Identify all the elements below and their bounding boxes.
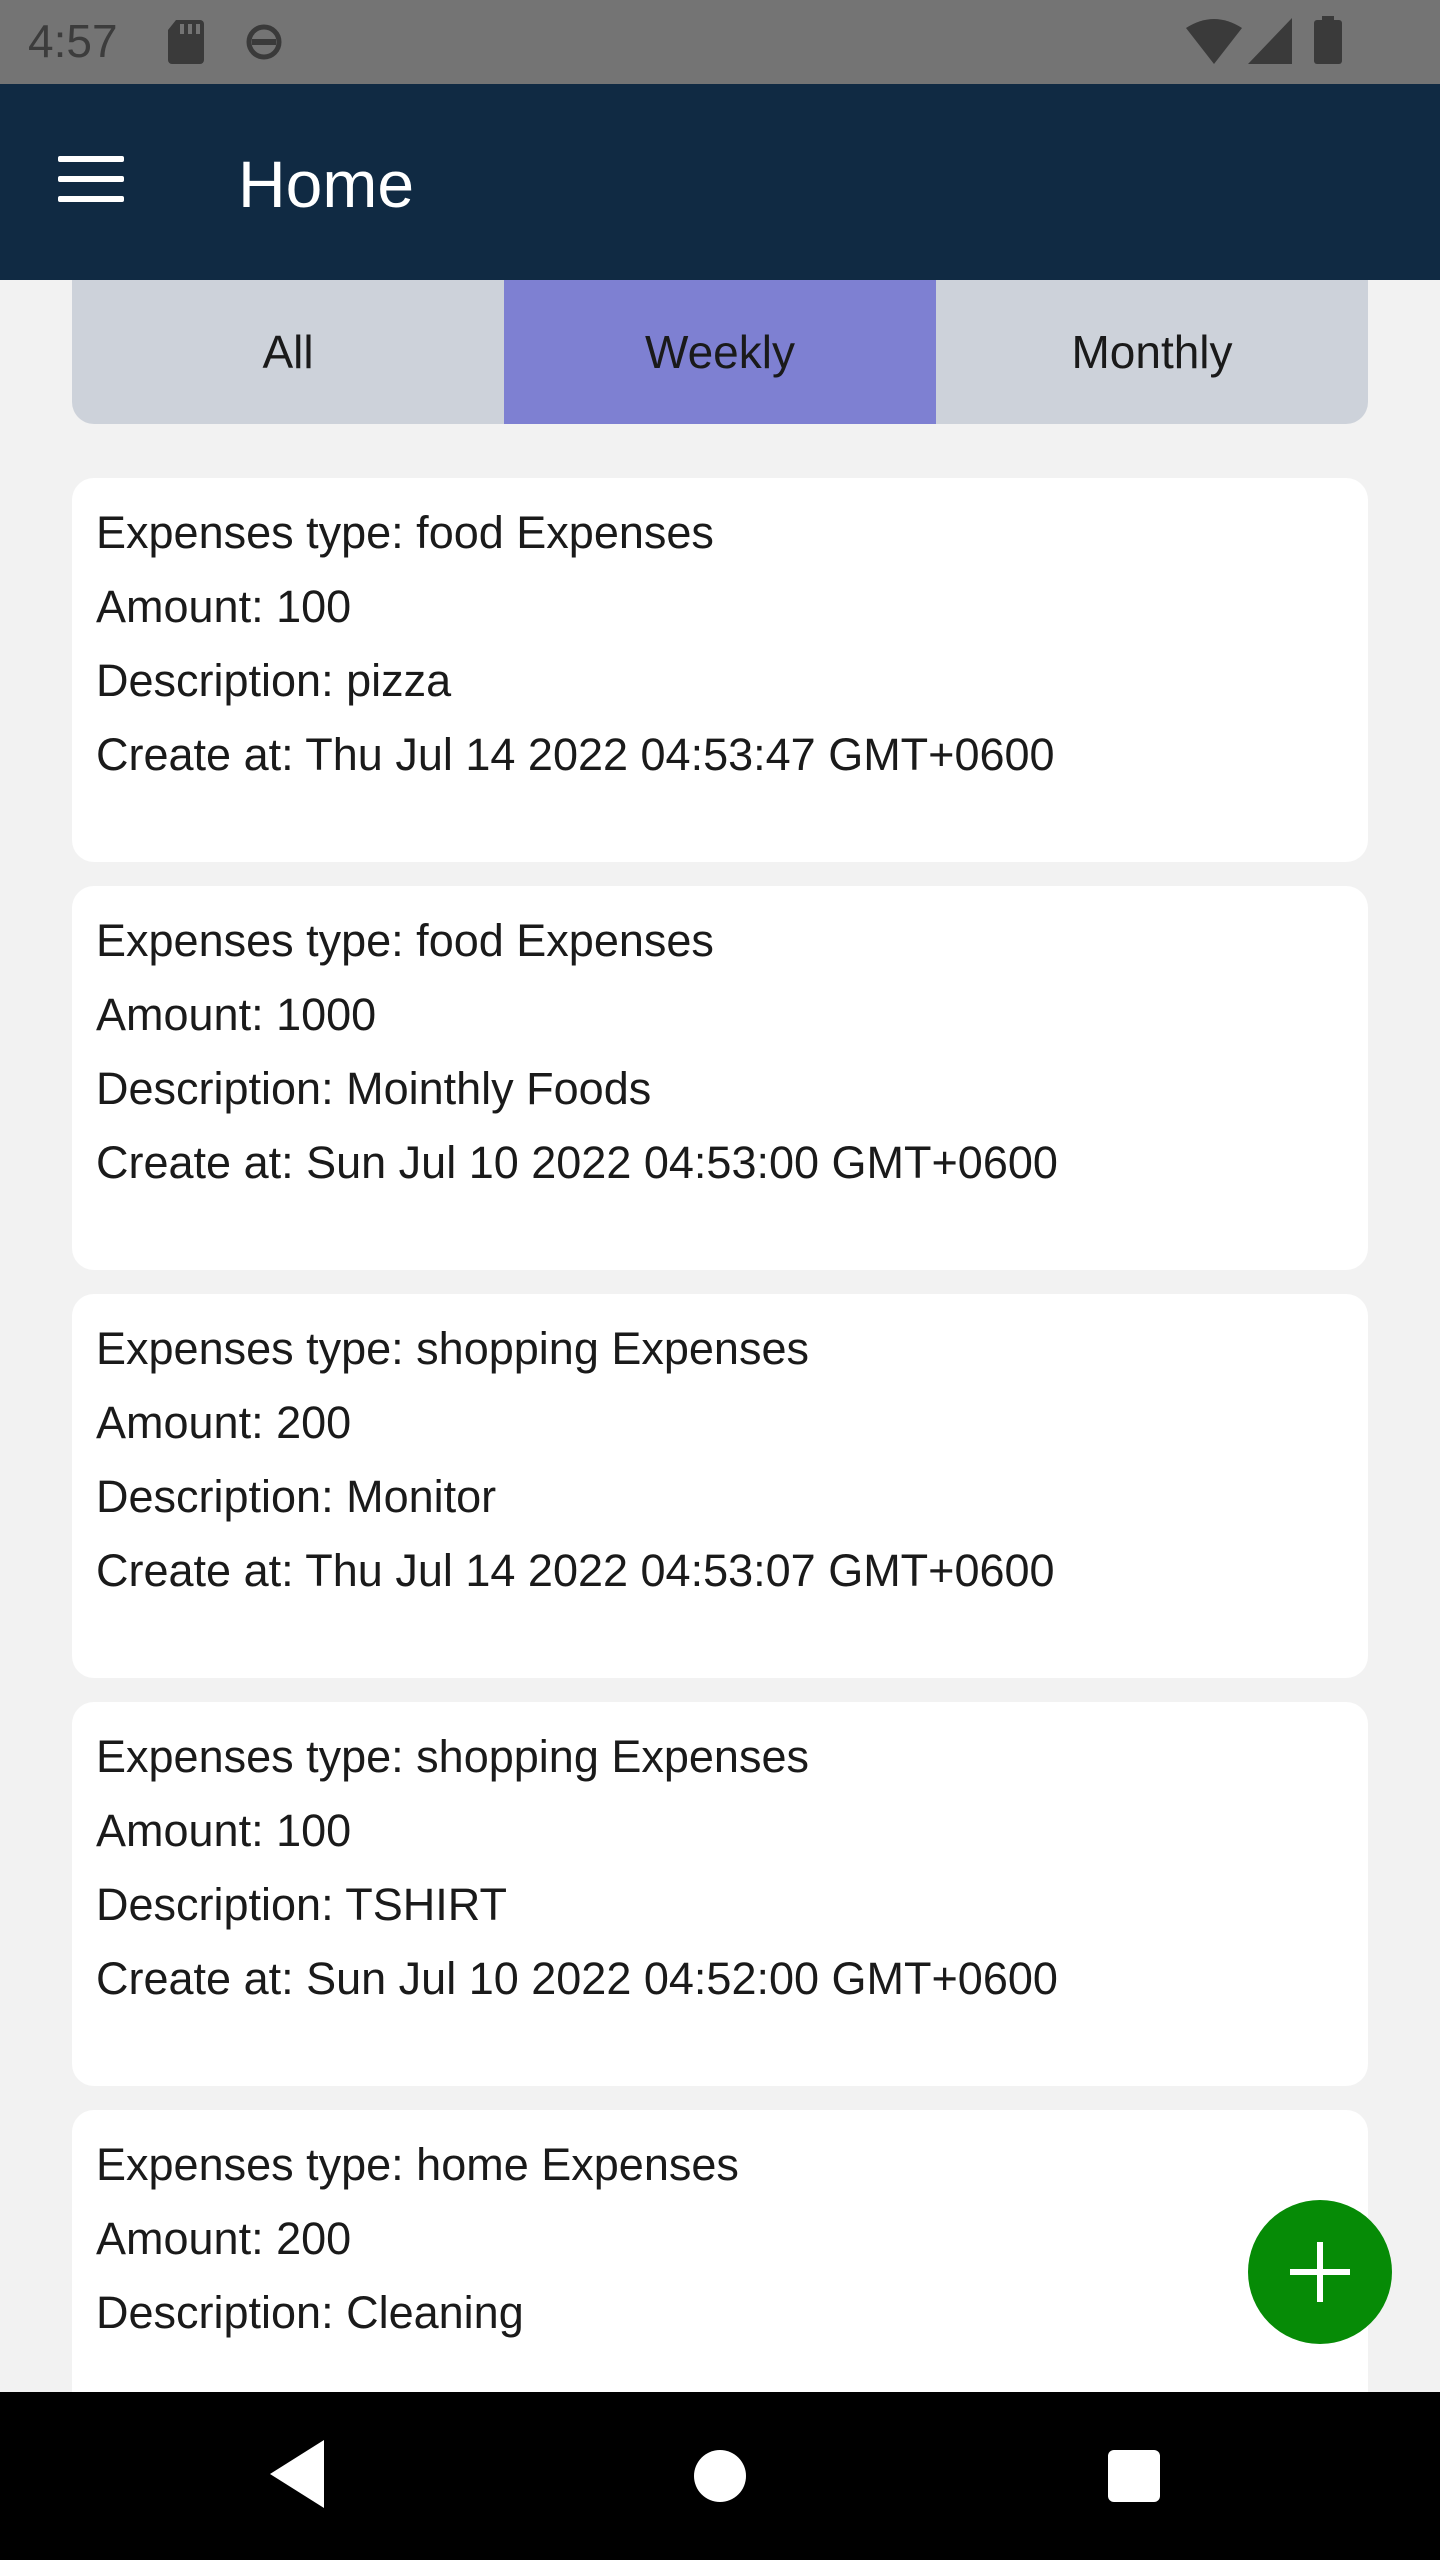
expense-card[interactable]: Expenses type: food Expenses Amount: 100… xyxy=(72,886,1368,1270)
status-time: 4:57 xyxy=(28,15,118,67)
expense-card[interactable]: Expenses type: food Expenses Amount: 100… xyxy=(72,478,1368,862)
status-bar: 4:57 xyxy=(0,0,1440,84)
expense-created: Create at: Thu Jul 14 2022 04:53:07 GMT+… xyxy=(96,1545,1055,1596)
sd-card-icon xyxy=(168,20,204,64)
hamburger-menu-icon[interactable] xyxy=(58,156,124,206)
expense-card[interactable]: Expenses type: shopping Expenses Amount:… xyxy=(72,1294,1368,1678)
recent-apps-icon[interactable] xyxy=(1108,2450,1160,2502)
app-bar: Home xyxy=(0,84,1440,280)
expense-created: Create at: Sun Jul 10 2022 04:53:00 GMT+… xyxy=(96,1137,1058,1188)
tab-all[interactable]: All xyxy=(72,280,504,424)
expense-created: Create at: Thu Jul 14 2022 04:53:47 GMT+… xyxy=(96,729,1055,780)
expense-list: Expenses type: food Expenses Amount: 100… xyxy=(72,478,1368,2518)
system-nav-bar xyxy=(0,2392,1440,2560)
wifi-icon xyxy=(1186,19,1242,64)
expense-created: Create at: Sun Jul 10 2022 04:52:00 GMT+… xyxy=(96,1953,1058,2004)
battery-icon xyxy=(1314,16,1342,64)
signal-icon xyxy=(1248,18,1292,64)
period-tabs: All Weekly Monthly xyxy=(72,280,1368,424)
page-title: Home xyxy=(238,147,415,221)
add-expense-button[interactable] xyxy=(1248,2200,1392,2344)
home-icon[interactable] xyxy=(694,2450,746,2502)
back-icon[interactable] xyxy=(270,2440,326,2508)
tab-monthly[interactable]: Monthly xyxy=(936,280,1368,424)
expense-card[interactable]: Expenses type: shopping Expenses Amount:… xyxy=(72,1702,1368,2086)
tab-weekly[interactable]: Weekly xyxy=(504,280,936,424)
sync-icon xyxy=(246,24,282,60)
